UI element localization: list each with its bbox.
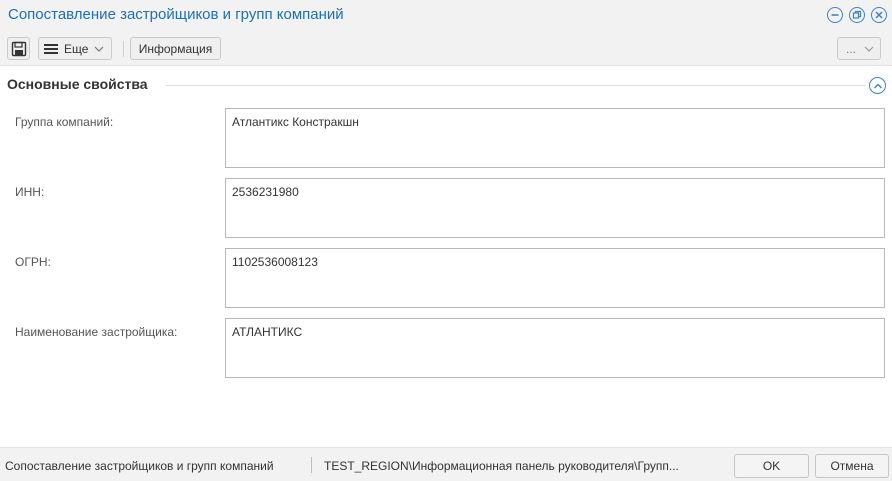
section-divider bbox=[166, 85, 866, 86]
status-form-name: Сопоставление застройщиков и групп компа… bbox=[5, 459, 274, 473]
dialog-window: Сопоставление застройщиков и групп компа… bbox=[0, 0, 892, 481]
field-label-inn: ИНН: bbox=[15, 185, 45, 199]
company-group-field[interactable]: Атлантикс Констракшн bbox=[225, 108, 885, 168]
developer-name-field[interactable]: АТЛАНТИКС bbox=[225, 318, 885, 378]
ogrn-field[interactable]: 1102536008123 bbox=[225, 248, 885, 308]
chevron-down-icon bbox=[94, 46, 104, 52]
more-menu-label: Еще bbox=[64, 41, 89, 56]
minimize-button[interactable] bbox=[827, 7, 843, 23]
section-title: Основные свойства bbox=[7, 76, 148, 92]
restore-icon bbox=[852, 10, 862, 19]
collapse-section-button[interactable] bbox=[869, 77, 886, 94]
menu-icon bbox=[44, 43, 58, 54]
field-label-company-group: Группа компаний: bbox=[15, 115, 114, 129]
overflow-menu-button[interactable]: ... bbox=[837, 37, 881, 60]
title-bar: Сопоставление застройщиков и групп компа… bbox=[0, 0, 892, 30]
field-label-ogrn: ОГРН: bbox=[15, 255, 51, 269]
cancel-button[interactable]: Отмена bbox=[815, 454, 889, 478]
save-button[interactable] bbox=[7, 37, 30, 60]
info-button[interactable]: Информация bbox=[130, 37, 221, 60]
status-bar: Сопоставление застройщиков и групп компа… bbox=[0, 447, 892, 481]
minimize-icon bbox=[831, 14, 839, 16]
status-divider bbox=[311, 457, 312, 473]
save-icon bbox=[11, 41, 26, 56]
chevron-up-icon bbox=[873, 83, 882, 88]
toolbar: Еще Информация ... bbox=[0, 30, 892, 66]
close-icon bbox=[875, 11, 883, 19]
toolbar-divider bbox=[123, 41, 124, 57]
ok-button[interactable]: OK bbox=[734, 454, 809, 478]
field-label-developer-name: Наименование застройщика: bbox=[15, 325, 178, 339]
window-title: Сопоставление застройщиков и групп компа… bbox=[8, 6, 344, 23]
more-menu-button[interactable]: Еще bbox=[38, 37, 112, 60]
overflow-menu-label: ... bbox=[846, 41, 857, 56]
close-button[interactable] bbox=[871, 7, 887, 23]
inn-field[interactable]: 2536231980 bbox=[225, 178, 885, 238]
chevron-down-icon bbox=[864, 46, 874, 52]
status-path: TEST_REGION\Информационная панель руково… bbox=[324, 459, 679, 473]
restore-button[interactable] bbox=[849, 7, 865, 23]
